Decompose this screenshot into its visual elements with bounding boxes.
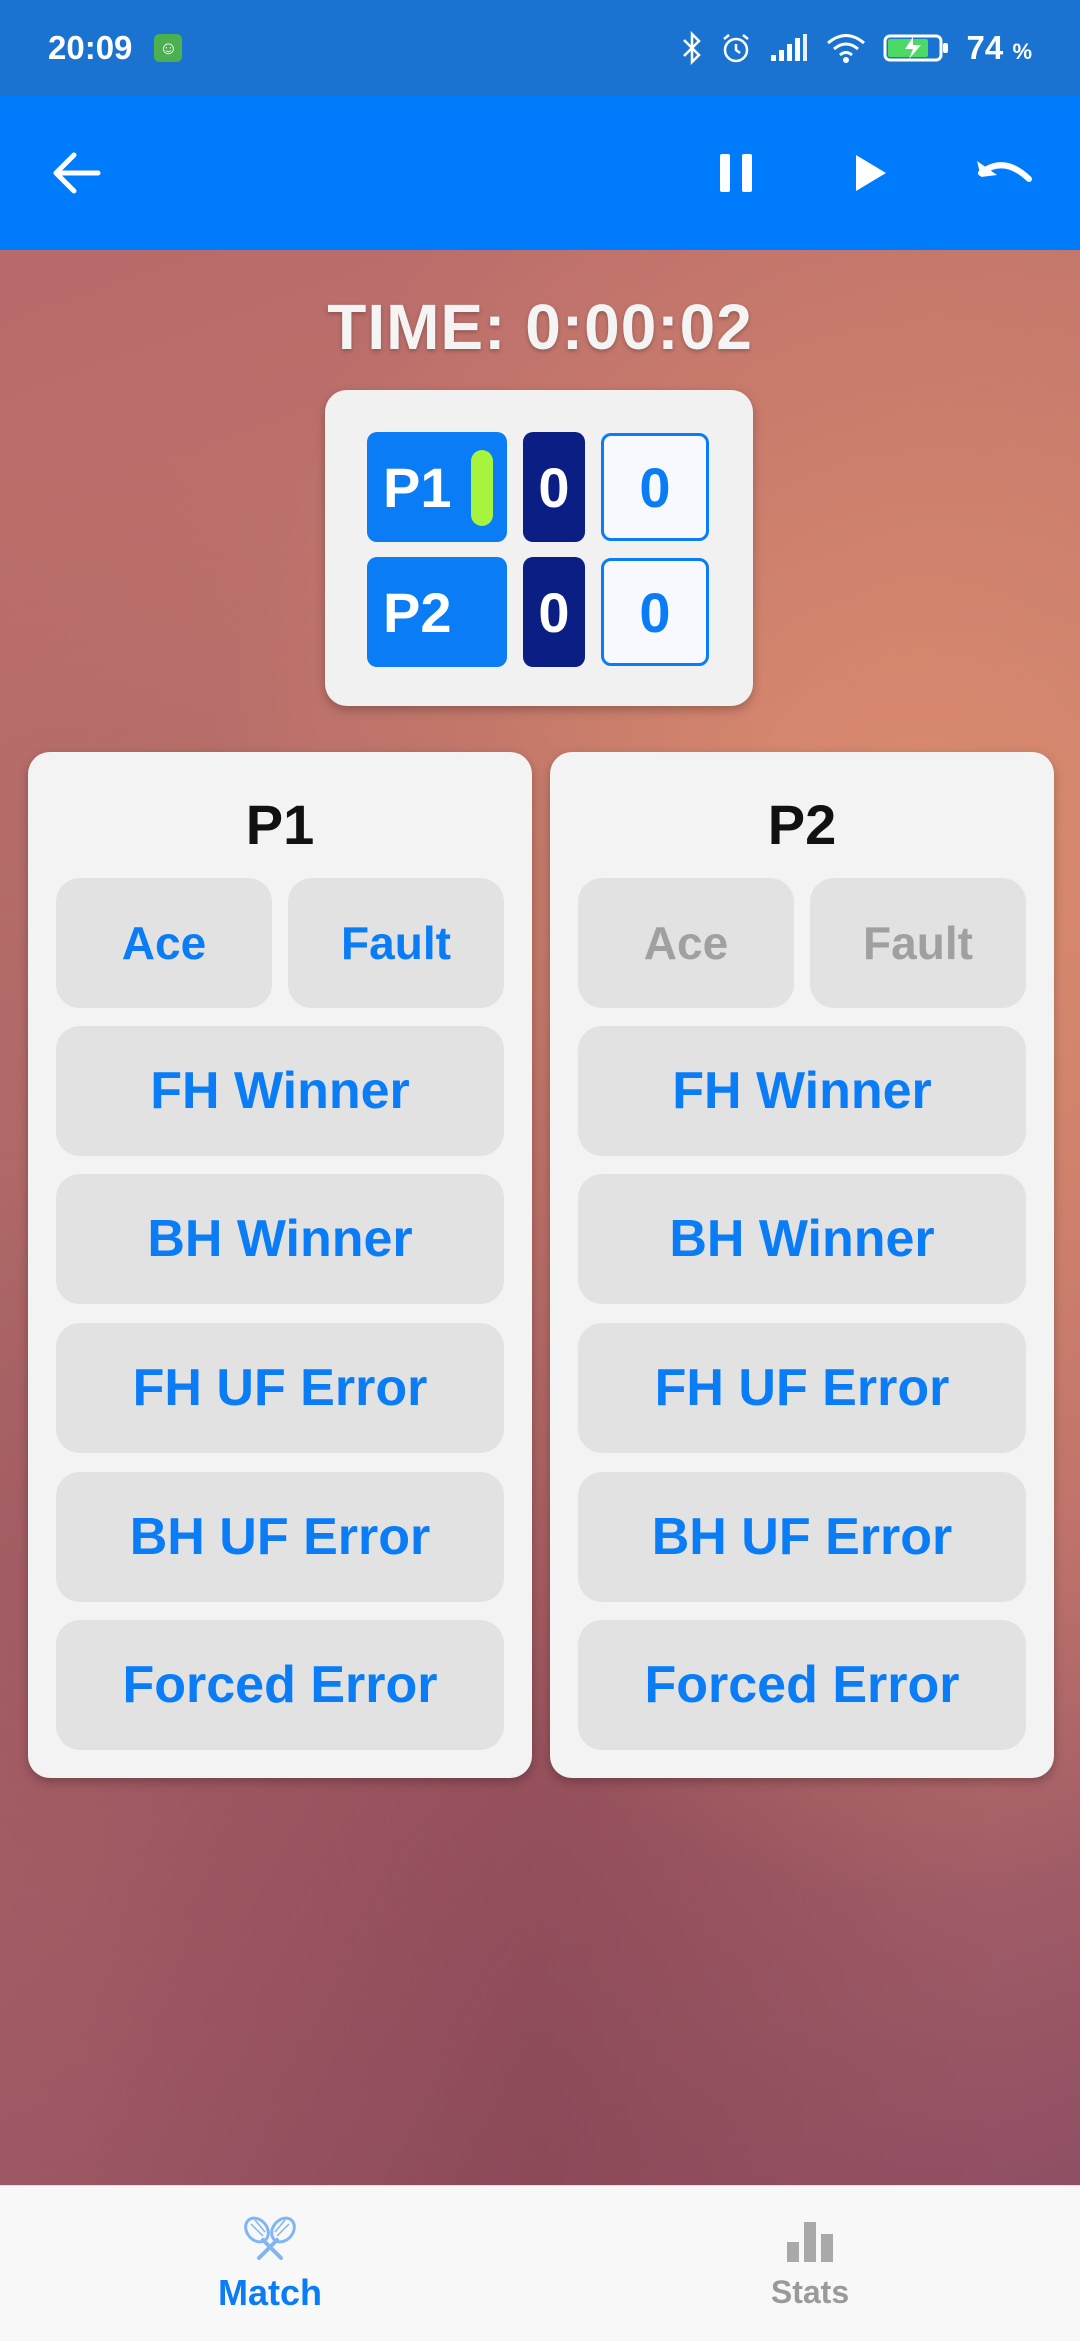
nav-item-match[interactable]: Match bbox=[0, 2186, 540, 2341]
back-button[interactable] bbox=[40, 137, 112, 209]
undo-button[interactable] bbox=[968, 137, 1040, 209]
scoreboard: P1 0 0 P2 0 0 bbox=[325, 390, 753, 706]
bh-winner-button[interactable]: BH Winner bbox=[578, 1174, 1026, 1304]
ace-button[interactable]: Ace bbox=[578, 878, 794, 1008]
points-score: 0 bbox=[601, 433, 709, 541]
forced-error-button[interactable]: Forced Error bbox=[578, 1620, 1026, 1750]
nav-label: Match bbox=[217, 2271, 322, 2313]
bh-winner-button[interactable]: BH Winner bbox=[56, 1174, 504, 1304]
battery-percent: 74 % bbox=[966, 29, 1032, 66]
player-panel-p2: P2 Ace Fault FH Winner BH Winner FH UF E… bbox=[550, 752, 1054, 1778]
player-name-box: P2 bbox=[367, 557, 507, 667]
match-timer: TIME: 0:00:02 bbox=[327, 291, 753, 363]
panel-title: P2 bbox=[767, 793, 837, 856]
fh-winner-button[interactable]: FH Winner bbox=[56, 1026, 504, 1156]
signal-icon bbox=[770, 34, 807, 61]
fh-winner-button[interactable]: FH Winner bbox=[578, 1026, 1026, 1156]
bh-uf-error-button[interactable]: BH UF Error bbox=[578, 1472, 1026, 1602]
player-name-box: P1 bbox=[367, 432, 507, 542]
fh-uf-error-button[interactable]: FH UF Error bbox=[578, 1323, 1026, 1453]
undo-icon bbox=[977, 161, 1032, 182]
nav-item-stats[interactable]: Stats bbox=[540, 2186, 1080, 2341]
alarm-icon bbox=[722, 34, 749, 63]
player-name: P1 bbox=[383, 455, 452, 519]
app-bar bbox=[0, 96, 1080, 250]
panel-title: P1 bbox=[245, 793, 315, 856]
play-icon bbox=[856, 155, 886, 191]
wifi-icon bbox=[826, 34, 865, 63]
bar-chart-icon bbox=[787, 2222, 833, 2262]
app-notification-icon: ☺ bbox=[154, 34, 183, 62]
app-bar-actions bbox=[700, 137, 1040, 209]
pause-icon bbox=[720, 154, 752, 192]
games-score: 0 bbox=[523, 557, 585, 667]
status-icons: 74 % bbox=[681, 29, 1032, 67]
status-bar: 20:09 ☺ 74 % bbox=[0, 0, 1080, 96]
bluetooth-icon bbox=[682, 31, 701, 65]
forced-error-button[interactable]: Forced Error bbox=[56, 1620, 504, 1750]
fh-uf-error-button[interactable]: FH UF Error bbox=[56, 1323, 504, 1453]
score-row-p2: P2 0 0 bbox=[367, 557, 709, 667]
serve-indicator bbox=[471, 450, 493, 526]
tennis-rackets-icon bbox=[244, 2216, 296, 2260]
battery-charging-icon bbox=[883, 34, 948, 62]
nav-label: Stats bbox=[770, 2274, 850, 2310]
ace-button[interactable]: Ace bbox=[56, 878, 272, 1008]
arrow-left-icon bbox=[53, 152, 101, 194]
fault-button[interactable]: Fault bbox=[810, 878, 1026, 1008]
pause-button[interactable] bbox=[700, 137, 772, 209]
bh-uf-error-button[interactable]: BH UF Error bbox=[56, 1472, 504, 1602]
player-name: P2 bbox=[383, 580, 452, 644]
fault-button[interactable]: Fault bbox=[288, 878, 504, 1008]
bottom-navigation: Match Stats bbox=[0, 2185, 1080, 2341]
player-panel-p1: P1 Ace Fault FH Winner BH Winner FH UF E… bbox=[28, 752, 532, 1778]
score-row-p1: P1 0 0 bbox=[367, 432, 709, 542]
play-button[interactable] bbox=[834, 137, 906, 209]
status-time: 20:09 bbox=[48, 29, 133, 66]
points-score: 0 bbox=[601, 558, 709, 666]
games-score: 0 bbox=[523, 432, 585, 542]
